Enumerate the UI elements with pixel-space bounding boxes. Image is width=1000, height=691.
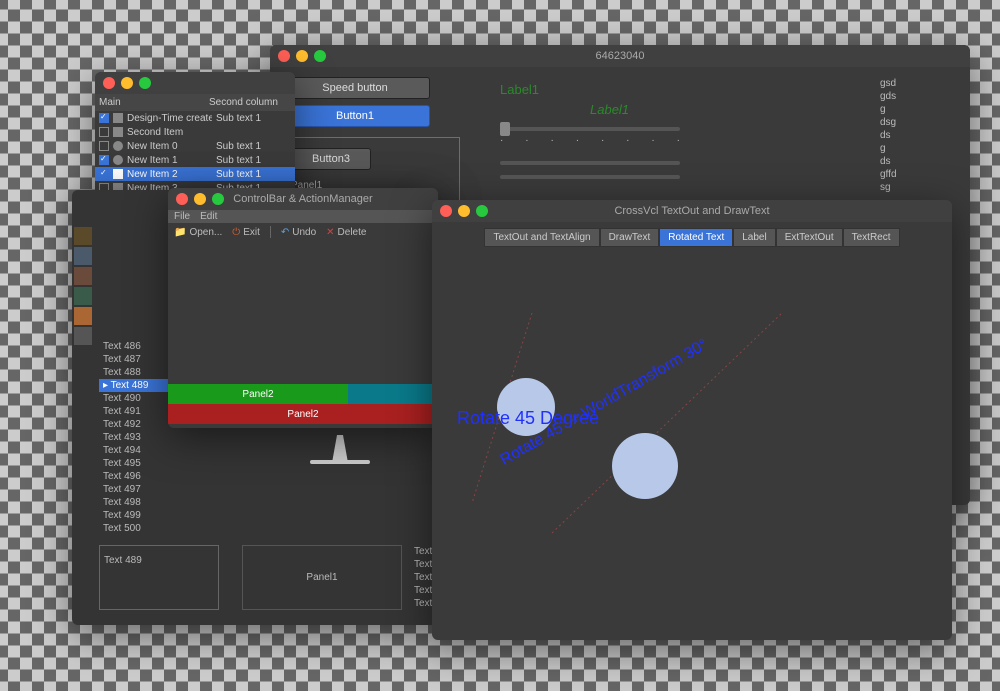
circle-2 [612, 433, 678, 499]
checkbox[interactable] [99, 155, 109, 165]
tab-textout-and-textalign[interactable]: TextOut and TextAlign [484, 228, 599, 247]
window-title: CrossVcl TextOut and DrawText [432, 205, 952, 217]
text-item[interactable]: Text 497 [99, 483, 184, 496]
button1[interactable]: Button1 [280, 105, 430, 127]
label1-italic: Label1 [590, 102, 629, 117]
checkbox[interactable] [99, 113, 109, 123]
menu-file[interactable]: File [174, 211, 190, 222]
toolbar: 📁Open... ⏻Exit ↶Undo ✕Delete [168, 223, 438, 241]
item-label: Design-Time created item [127, 113, 212, 124]
canvas: Rotate 45 Degree Rotate 45° + WorldTrans… [432, 253, 952, 633]
list-item[interactable]: New Item 0 Sub text 1 [95, 139, 295, 153]
progress-bar [500, 175, 680, 179]
list-item[interactable]: dsg [880, 116, 960, 129]
slider-track[interactable] [500, 127, 680, 131]
list-item[interactable]: Design-Time created item Sub text 1 [95, 111, 295, 125]
tool-strip [72, 225, 94, 347]
panel2-teal [348, 384, 438, 404]
menu-edit[interactable]: Edit [200, 211, 217, 222]
titlebar-text[interactable]: CrossVcl TextOut and DrawText [432, 200, 952, 222]
pencil-icon [113, 127, 123, 137]
tb-undo[interactable]: ↶Undo [281, 227, 316, 238]
item-label: New Item 2 [127, 169, 212, 180]
window-title: 64623040 [270, 50, 970, 62]
tool-icon[interactable] [74, 247, 92, 265]
panel2-green: Panel2 [168, 384, 348, 404]
list-item[interactable]: g [880, 142, 960, 155]
zoom-icon[interactable] [139, 77, 151, 89]
tool-icon[interactable] [74, 267, 92, 285]
tab-drawtext[interactable]: DrawText [600, 228, 660, 247]
list-item[interactable]: sg [880, 181, 960, 194]
tb-delete[interactable]: ✕Delete [326, 227, 366, 238]
tab-exttextout[interactable]: ExtTextOut [776, 228, 843, 247]
list-item[interactable]: New Item 2 Sub text 1 [95, 167, 295, 181]
slider-thumb[interactable] [500, 122, 510, 136]
arrow-icon [113, 169, 123, 179]
speed-button[interactable]: Speed button [280, 77, 430, 99]
list-item[interactable]: gffd [880, 168, 960, 181]
titlebar-main[interactable]: 64623040 [270, 45, 970, 67]
circle-icon [113, 155, 123, 165]
text-item[interactable]: Text 499 [99, 509, 184, 522]
titlebar-action[interactable]: ControlBar & ActionManager [168, 188, 438, 210]
tab-textrect[interactable]: TextRect [843, 228, 900, 247]
close-icon[interactable] [103, 77, 115, 89]
tool-icon[interactable] [74, 287, 92, 305]
checkbox[interactable] [99, 169, 109, 179]
tab-label[interactable]: Label [733, 228, 775, 247]
window-title: ControlBar & ActionManager [168, 193, 438, 205]
progress-bar [500, 161, 680, 165]
panel1: Panel1 [242, 545, 402, 610]
tb-open[interactable]: 📁Open... [174, 227, 222, 238]
text-item[interactable]: Text 494 [99, 444, 184, 457]
list-item[interactable]: ds [880, 129, 960, 142]
text-item[interactable]: Text 495 [99, 457, 184, 470]
col-main[interactable]: Main [99, 97, 209, 108]
item-sub: Sub text 1 [216, 155, 261, 166]
item-label: New Item 1 [127, 155, 212, 166]
tab-rotated-text[interactable]: Rotated Text [659, 228, 733, 247]
menu-bar: File Edit [168, 210, 438, 223]
monitor-stand-icon [300, 435, 380, 475]
diamond-icon [113, 113, 123, 123]
list-item[interactable]: Second Item [95, 125, 295, 139]
tool-icon[interactable] [74, 227, 92, 245]
circle-icon [113, 141, 123, 151]
text-item[interactable]: Text 496 [99, 470, 184, 483]
item-label: Second Item [127, 127, 212, 138]
checkbox[interactable] [99, 141, 109, 151]
window-textout: CrossVcl TextOut and DrawText TextOut an… [432, 200, 952, 640]
titlebar-list[interactable] [95, 72, 295, 94]
checkbox[interactable] [99, 127, 109, 137]
list-item[interactable]: New Item 1 Sub text 1 [95, 153, 295, 167]
text-item[interactable]: Text 500 [99, 522, 184, 535]
item-label: New Item 0 [127, 141, 212, 152]
text-item[interactable]: Text 498 [99, 496, 184, 509]
tool-icon[interactable] [74, 327, 92, 345]
minimize-icon[interactable] [121, 77, 133, 89]
item-sub: Sub text 1 [216, 141, 261, 152]
footer-box: Text 489 [99, 545, 219, 610]
list-item[interactable]: ds [880, 155, 960, 168]
button3[interactable]: Button3 [291, 148, 371, 170]
tb-exit[interactable]: ⏻Exit [232, 227, 260, 238]
window-actionmanager: ControlBar & ActionManager File Edit 📁Op… [168, 188, 438, 428]
list-item[interactable]: g [880, 103, 960, 116]
item-sub: Sub text 1 [216, 169, 261, 180]
panel2-red: Panel2 [168, 404, 438, 424]
item-sub: Sub text 1 [216, 113, 261, 124]
tabbar: TextOut and TextAlignDrawTextRotated Tex… [432, 222, 952, 253]
text-item[interactable]: Text 493 [99, 431, 184, 444]
tool-icon[interactable] [74, 307, 92, 325]
footer-text: Text 489 [104, 555, 142, 566]
label1-green: Label1 [500, 82, 539, 97]
col-second[interactable]: Second column [209, 97, 278, 108]
list-item[interactable]: gds [880, 90, 960, 103]
list-item[interactable]: gsd [880, 77, 960, 90]
